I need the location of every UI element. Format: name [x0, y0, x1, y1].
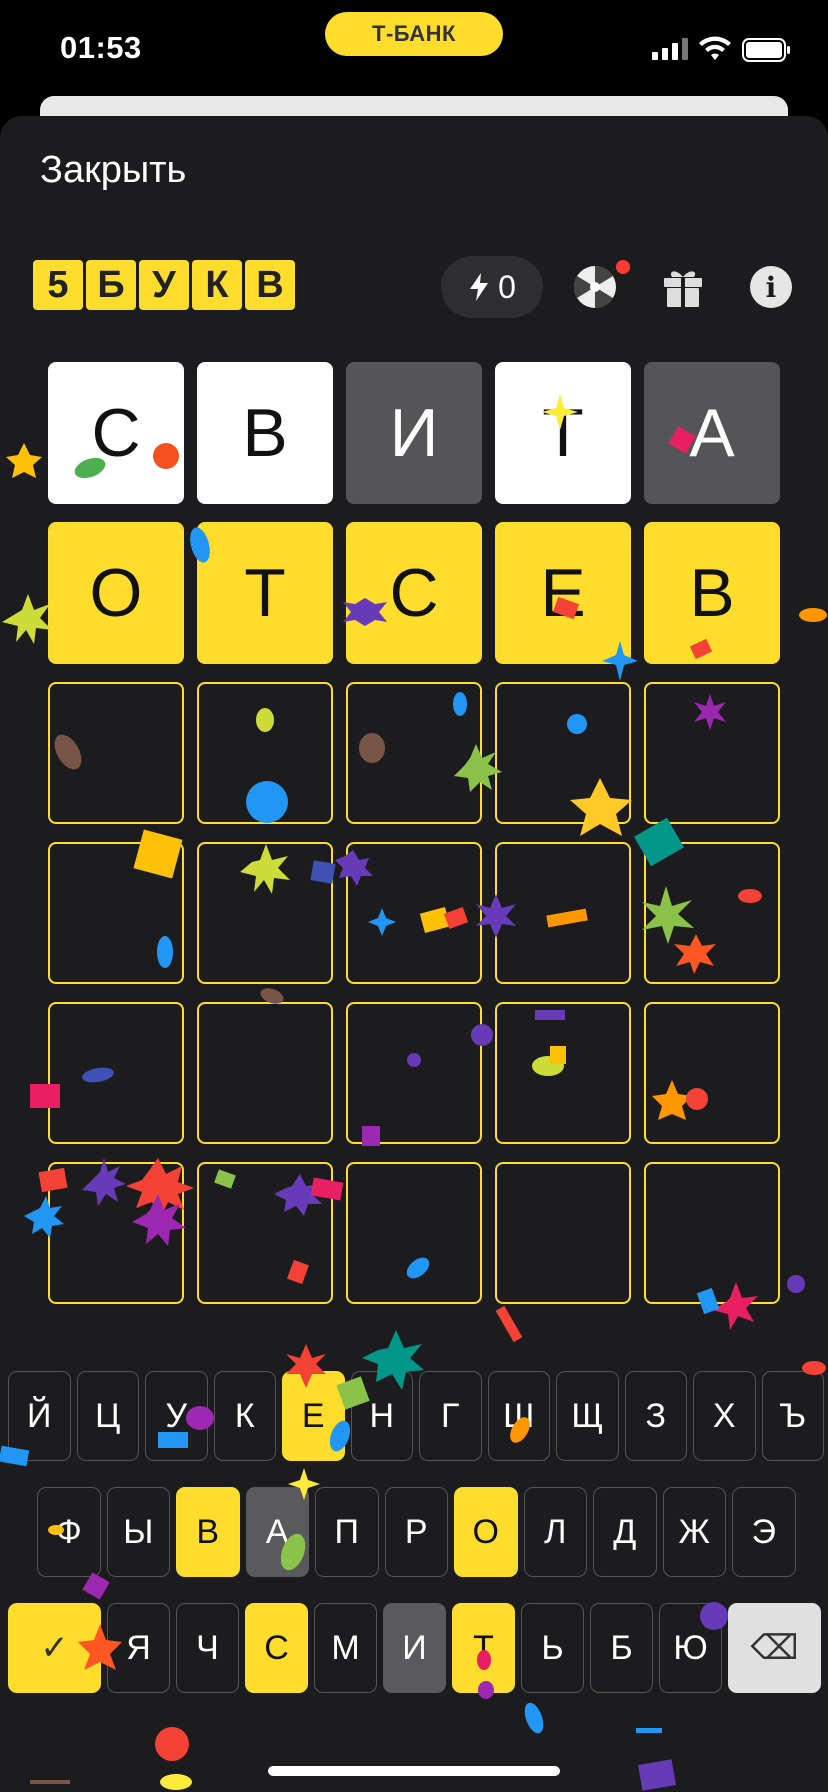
logo-letter: У: [139, 260, 189, 310]
key-letter[interactable]: Ш: [487, 1371, 550, 1461]
cellular-signal-icon: [652, 38, 690, 60]
battery-icon: [742, 38, 790, 62]
key-letter[interactable]: Я: [107, 1603, 170, 1693]
grid-cell: [346, 1002, 482, 1144]
grid-cell: [48, 1002, 184, 1144]
key-letter[interactable]: Ф: [37, 1487, 101, 1577]
logo-letter: 5: [33, 260, 83, 310]
grid-cell: [197, 842, 333, 984]
energy-count: 0: [498, 268, 516, 305]
grid-cell: [48, 682, 184, 824]
grid-cell: [644, 1002, 780, 1144]
lightning-icon: [470, 273, 489, 301]
key-letter[interactable]: Щ: [556, 1371, 619, 1461]
keyboard-row-1: ЙЦУКЕНГШЩЗХЪ: [8, 1371, 824, 1461]
status-bar: 01:53 Т-БАНК: [0, 0, 828, 100]
key-enter[interactable]: ✓: [8, 1603, 101, 1693]
key-letter[interactable]: Ж: [662, 1487, 726, 1577]
key-letter[interactable]: С: [245, 1603, 308, 1693]
key-letter[interactable]: Д: [593, 1487, 657, 1577]
letter-grid: СВИТАОТСЕВ: [48, 362, 780, 1304]
grid-cell: И: [346, 362, 482, 504]
keyboard-row-3: ✓ Я Ч С М И Т Ь Б Ю ⌫: [8, 1603, 821, 1693]
key-letter[interactable]: В: [176, 1487, 240, 1577]
bank-pill[interactable]: Т-БАНК: [325, 12, 503, 56]
key-letter[interactable]: З: [624, 1371, 687, 1461]
key-letter[interactable]: Е: [282, 1371, 345, 1461]
grid-cell: [197, 1162, 333, 1304]
key-letter[interactable]: Й: [8, 1371, 71, 1461]
grid-cell: Т: [197, 522, 333, 664]
grid-cell: [197, 1002, 333, 1144]
grid-cell: В: [197, 362, 333, 504]
key-letter[interactable]: Ч: [176, 1603, 239, 1693]
grid-cell: [495, 842, 631, 984]
logo-letter: К: [192, 260, 242, 310]
wifi-icon: [699, 36, 731, 60]
grid-cell: [495, 1162, 631, 1304]
key-letter[interactable]: Э: [732, 1487, 796, 1577]
grid-cell: [48, 842, 184, 984]
key-backspace[interactable]: ⌫: [728, 1603, 821, 1693]
grid-cell: Е: [495, 522, 631, 664]
grid-cell: [48, 1162, 184, 1304]
home-indicator: [268, 1766, 560, 1776]
grid-cell: Т: [495, 362, 631, 504]
grid-cell: С: [48, 362, 184, 504]
logo-letter: В: [245, 260, 295, 310]
key-letter[interactable]: П: [315, 1487, 379, 1577]
grid-cell: [197, 682, 333, 824]
grid-cell: [495, 1002, 631, 1144]
key-letter[interactable]: Б: [590, 1603, 653, 1693]
energy-counter-button[interactable]: 0: [441, 256, 543, 318]
key-letter[interactable]: А: [245, 1487, 309, 1577]
game-logo: 5 Б У К В: [33, 260, 295, 310]
grid-cell: [644, 1162, 780, 1304]
key-letter[interactable]: Р: [384, 1487, 448, 1577]
keyboard-row-2: ФЫВАПРОЛДЖЭ: [37, 1487, 796, 1577]
key-letter[interactable]: Ь: [521, 1603, 584, 1693]
key-letter[interactable]: Ы: [106, 1487, 170, 1577]
grid-cell: [346, 1162, 482, 1304]
notification-dot: [616, 260, 630, 274]
key-letter[interactable]: Х: [693, 1371, 756, 1461]
key-letter[interactable]: Ю: [659, 1603, 722, 1693]
grid-cell: В: [644, 522, 780, 664]
key-letter[interactable]: И: [383, 1603, 446, 1693]
grid-cell: [644, 682, 780, 824]
key-letter[interactable]: О: [454, 1487, 518, 1577]
info-button[interactable]: i: [750, 266, 792, 308]
close-button[interactable]: Закрыть: [40, 149, 186, 192]
key-letter[interactable]: Ъ: [761, 1371, 824, 1461]
fortune-wheel-icon[interactable]: [572, 264, 618, 310]
grid-cell: С: [346, 522, 482, 664]
key-letter[interactable]: У: [145, 1371, 208, 1461]
grid-cell: А: [644, 362, 780, 504]
key-letter[interactable]: Л: [523, 1487, 587, 1577]
key-letter[interactable]: Г: [419, 1371, 482, 1461]
grid-cell: [346, 682, 482, 824]
gift-icon[interactable]: [660, 264, 706, 310]
key-letter[interactable]: Т: [452, 1603, 515, 1693]
logo-letter: Б: [86, 260, 136, 310]
grid-cell: [644, 842, 780, 984]
key-letter[interactable]: Н: [350, 1371, 413, 1461]
key-letter[interactable]: К: [213, 1371, 276, 1461]
grid-cell: О: [48, 522, 184, 664]
key-letter[interactable]: М: [314, 1603, 377, 1693]
status-time: 01:53: [60, 30, 142, 65]
key-letter[interactable]: Ц: [76, 1371, 139, 1461]
grid-cell: [346, 842, 482, 984]
grid-cell: [495, 682, 631, 824]
